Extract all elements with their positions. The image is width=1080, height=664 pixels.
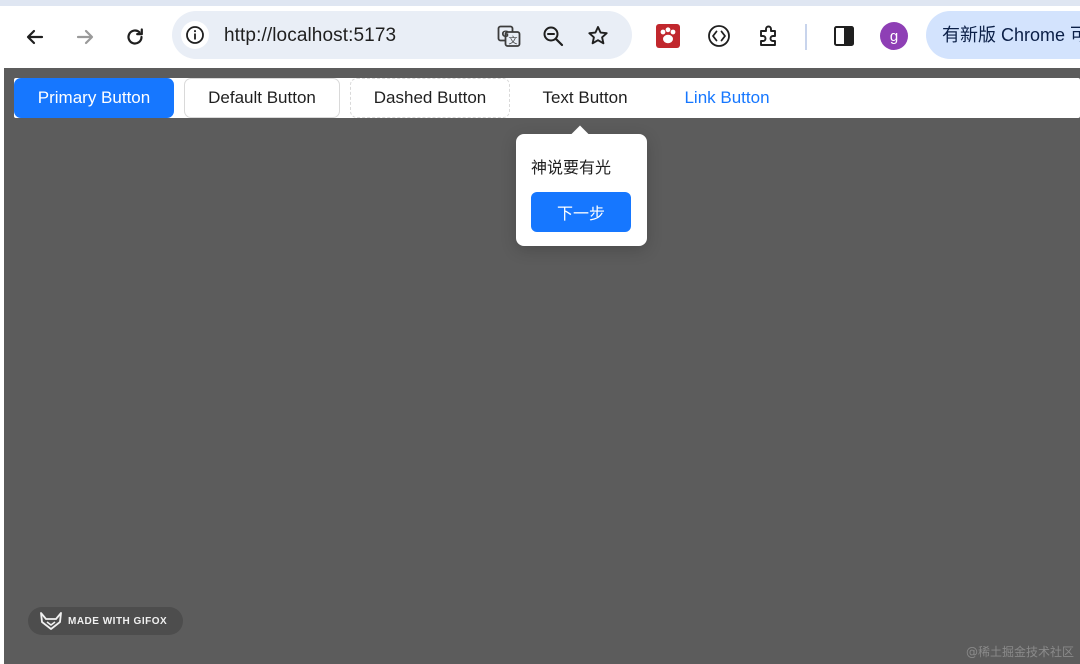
forward-button[interactable]: [68, 20, 102, 54]
primary-button[interactable]: Primary Button: [14, 78, 174, 118]
link-button[interactable]: Link Button: [664, 78, 790, 118]
gifox-badge: MADE WITH GIFOX: [28, 607, 183, 635]
url-text[interactable]: http://localhost:5173: [224, 25, 396, 47]
watermark: @稀土掘金技术社区: [965, 645, 1074, 659]
tour-popover: 神说要有光 下一步: [516, 125, 647, 246]
side-panel-icon: [834, 26, 854, 46]
fox-logo-icon: [40, 612, 62, 630]
reload-button[interactable]: [118, 20, 152, 54]
back-button[interactable]: [18, 20, 52, 54]
text-button[interactable]: Text Button: [520, 78, 650, 118]
button-bar: Primary Button Default Button Dashed But…: [14, 78, 1080, 118]
browser-toolbar: http://localhost:5173 G 文 g 有新版 Chrome 可: [0, 6, 1080, 68]
zoom-button[interactable]: [540, 23, 566, 49]
tour-popover-arrow: [571, 125, 589, 143]
puzzle-icon: [760, 25, 776, 46]
zoom-out-icon: [543, 26, 564, 47]
bookmark-button[interactable]: [585, 23, 611, 49]
tour-next-button[interactable]: 下一步: [531, 192, 631, 232]
toolbar-divider: [805, 24, 807, 50]
chrome-update-button[interactable]: 有新版 Chrome 可: [926, 11, 1080, 59]
translate-icon: G 文: [497, 25, 521, 47]
paw-extension-button[interactable]: [653, 21, 683, 51]
arrow-left-icon: [26, 29, 44, 45]
translate-button[interactable]: G 文: [496, 23, 522, 49]
extensions-button[interactable]: [754, 21, 784, 51]
star-icon: [588, 26, 608, 45]
tour-description: 神说要有光: [531, 158, 612, 177]
default-button[interactable]: Default Button: [184, 78, 340, 118]
svg-text:文: 文: [509, 35, 518, 47]
code-extension-button[interactable]: [704, 21, 734, 51]
reload-icon: [127, 28, 143, 45]
profile-avatar[interactable]: g: [880, 22, 908, 50]
dashed-button[interactable]: Dashed Button: [350, 78, 510, 118]
info-icon: [186, 26, 204, 44]
paw-extension-icon: [656, 24, 680, 48]
page-viewport: Primary Button Default Button Dashed But…: [4, 68, 1080, 664]
code-extension-icon: [708, 25, 730, 47]
side-panel-button[interactable]: [829, 21, 859, 51]
arrow-right-icon: [76, 29, 94, 45]
site-info-button[interactable]: [181, 21, 209, 49]
address-bar[interactable]: http://localhost:5173 G 文: [172, 11, 632, 59]
gifox-label: MADE WITH GIFOX: [68, 615, 168, 627]
